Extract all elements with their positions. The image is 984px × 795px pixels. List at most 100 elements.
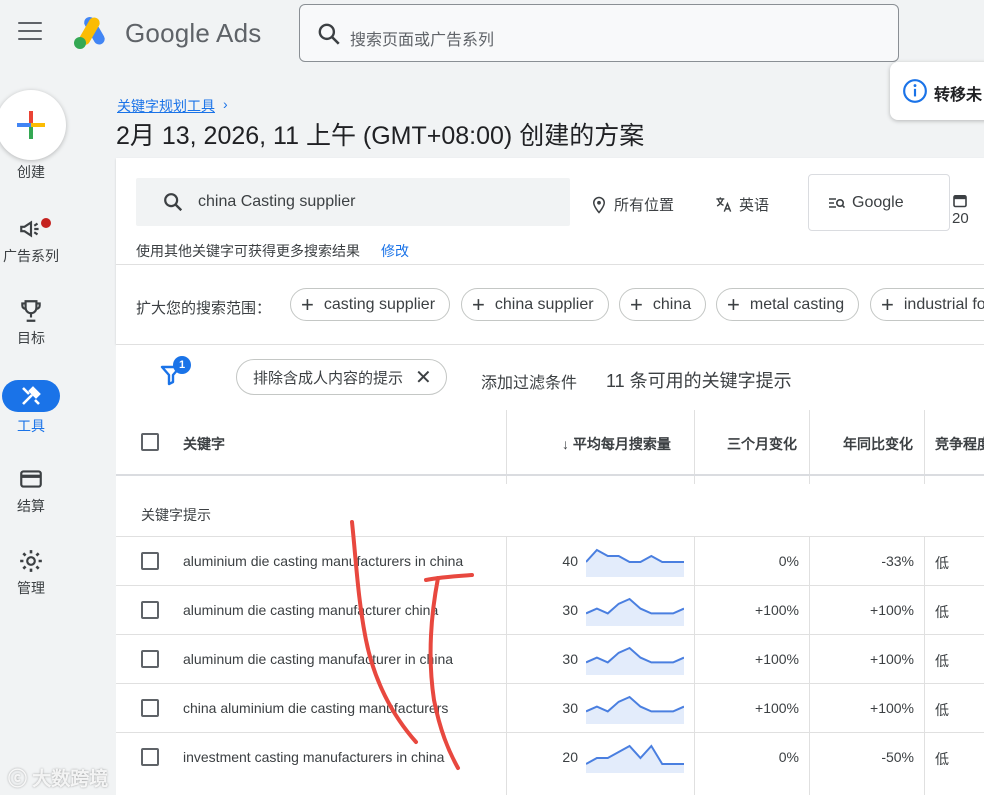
sparkline-area: [586, 550, 684, 577]
suggestion-chip[interactable]: + metal casting: [716, 288, 860, 321]
chip-label: industrial fo: [903, 295, 984, 313]
table-row[interactable]: aluminium die casting manufacturers in c…: [116, 536, 984, 585]
plus-icon: +: [630, 291, 643, 317]
avg-monthly-cell: 40: [562, 553, 578, 569]
google-ads-logo-icon: [74, 17, 105, 49]
table-row[interactable]: aluminum die casting manufacturer china 3…: [116, 585, 984, 634]
language-selector[interactable]: 英语: [714, 194, 769, 215]
modify-link[interactable]: 修改: [381, 241, 409, 261]
plus-icon: [17, 111, 45, 139]
create-button[interactable]: [0, 90, 66, 160]
chip-label: casting supplier: [323, 295, 436, 313]
notification-toast[interactable]: 转移未: [890, 62, 984, 120]
info-icon: [903, 79, 927, 103]
suggestion-chip[interactable]: + china supplier: [461, 288, 609, 321]
yoy-change-cell: +100%: [870, 651, 914, 667]
plus-icon: +: [472, 291, 485, 317]
table-row[interactable]: aluminum die casting manufacturer in chi…: [116, 634, 984, 683]
sidebar-item-tools[interactable]: 工具: [0, 380, 62, 436]
tools-icon: [22, 386, 41, 405]
close-icon[interactable]: ✕: [415, 365, 432, 390]
suggestion-chip[interactable]: + china: [619, 288, 707, 321]
row-checkbox[interactable]: [141, 552, 159, 570]
watermark: ⓒ 大数跨境: [8, 764, 108, 791]
hint-text: 使用其他关键字可获得更多搜索结果: [136, 243, 360, 259]
expand-search-label: 扩大您的搜索范围：: [136, 300, 272, 317]
column-header-keyword[interactable]: 关键字: [183, 434, 225, 454]
trend-sparkline: [586, 597, 684, 626]
credit-card-icon: [20, 470, 42, 488]
filter-bar: 1 排除含成人内容的提示 ✕ 添加过滤条件 11 条可用的关键字提示: [116, 344, 984, 410]
sidebar-item-campaigns[interactable]: 广告系列: [0, 216, 62, 266]
search-icon: [164, 193, 183, 212]
section-label: 关键字提示: [141, 507, 211, 523]
adult-content-filter-chip[interactable]: 排除含成人内容的提示 ✕: [236, 359, 447, 395]
three-month-change-cell: +100%: [755, 602, 799, 618]
row-checkbox[interactable]: [141, 601, 159, 619]
sidebar-item-admin[interactable]: 管理: [0, 548, 62, 598]
yoy-change-cell: +100%: [870, 700, 914, 716]
add-filter-button[interactable]: 添加过滤条件: [481, 369, 577, 393]
trend-sparkline: [586, 548, 684, 577]
competition-cell: 低: [935, 702, 949, 718]
table-row[interactable]: investment casting manufacturers in chin…: [116, 732, 984, 781]
breadcrumb-keyword-planner[interactable]: 关键字规划工具: [117, 96, 215, 116]
date-range-selector[interactable]: 20: [952, 192, 984, 227]
filter-count-badge: 1: [173, 356, 191, 374]
chip-label: metal casting: [749, 295, 845, 313]
sort-arrow-down-icon: ↓: [562, 436, 573, 452]
avg-monthly-cell: 20: [562, 749, 578, 765]
global-search-input[interactable]: 搜索页面或广告系列: [299, 4, 899, 62]
alert-dot: [41, 218, 51, 228]
menu-icon[interactable]: [18, 22, 42, 42]
trend-sparkline: [586, 744, 684, 773]
keyword-ideas-table: 关键字 ↓ 平均每月搜索量 三个月变化 年同比变化 竞争程度 关键字提示 alu…: [116, 410, 984, 795]
plus-icon: +: [881, 291, 894, 317]
page-title: 2月 13, 2026, 11 上午 (GMT+08:00) 创建的方案: [116, 122, 645, 150]
network-label: Google: [852, 194, 904, 211]
column-header-avg-monthly[interactable]: ↓ 平均每月搜索量: [562, 434, 671, 454]
sparkline-area: [586, 746, 684, 773]
gear-icon: [20, 550, 42, 572]
keyword-cell: aluminium die casting manufacturers in c…: [183, 553, 464, 569]
suggestion-chip[interactable]: + casting supplier: [290, 288, 451, 321]
location-pin-icon: [592, 196, 606, 214]
trend-sparkline: [586, 695, 684, 724]
plus-icon: +: [727, 291, 740, 317]
sidebar-item-goals[interactable]: 目标: [0, 298, 62, 348]
language-label: 英语: [739, 197, 770, 214]
sidebar-item-billing[interactable]: 结算: [0, 466, 62, 516]
megaphone-icon: [20, 220, 39, 238]
keyword-input[interactable]: china Casting supplier: [136, 178, 570, 226]
avg-monthly-cell: 30: [562, 602, 578, 618]
search-placeholder: 搜索页面或广告系列: [350, 32, 495, 49]
header-label: 平均每月搜索量: [572, 436, 671, 452]
row-checkbox[interactable]: [141, 699, 159, 717]
chip-label: china: [652, 295, 692, 313]
search-network-selector[interactable]: Google: [808, 174, 950, 231]
sidebar-item-label: 广告系列: [3, 248, 59, 264]
competition-cell: 低: [935, 751, 949, 767]
select-all-checkbox[interactable]: [141, 433, 159, 451]
column-header-competition[interactable]: 竞争程度: [935, 434, 984, 454]
table-header: 关键字 ↓ 平均每月搜索量 三个月变化 年同比变化 竞争程度: [116, 410, 984, 476]
trend-sparkline: [586, 646, 684, 675]
sidebar-item-label: 工具: [17, 418, 45, 434]
row-checkbox[interactable]: [141, 650, 159, 668]
divider: [116, 264, 984, 265]
chevron-right-icon: ›: [223, 96, 228, 112]
location-selector[interactable]: 所有位置: [590, 194, 674, 215]
translate-icon: [716, 197, 732, 212]
date-range-label: 20: [952, 210, 969, 227]
column-header-three-month[interactable]: 三个月变化: [727, 434, 797, 454]
search-network-icon: [829, 198, 845, 209]
column-header-yoy[interactable]: 年同比变化: [843, 434, 913, 454]
table-row[interactable]: china aluminium die casting manufacturer…: [116, 683, 984, 732]
avg-monthly-cell: 30: [562, 651, 578, 667]
keyword-input-value: china Casting supplier: [198, 193, 356, 210]
row-checkbox[interactable]: [141, 748, 159, 766]
yoy-change-cell: -50%: [881, 749, 914, 765]
yoy-change-cell: +100%: [870, 602, 914, 618]
suggestion-chip[interactable]: + industrial fo: [870, 288, 984, 321]
three-month-change-cell: +100%: [755, 700, 799, 716]
